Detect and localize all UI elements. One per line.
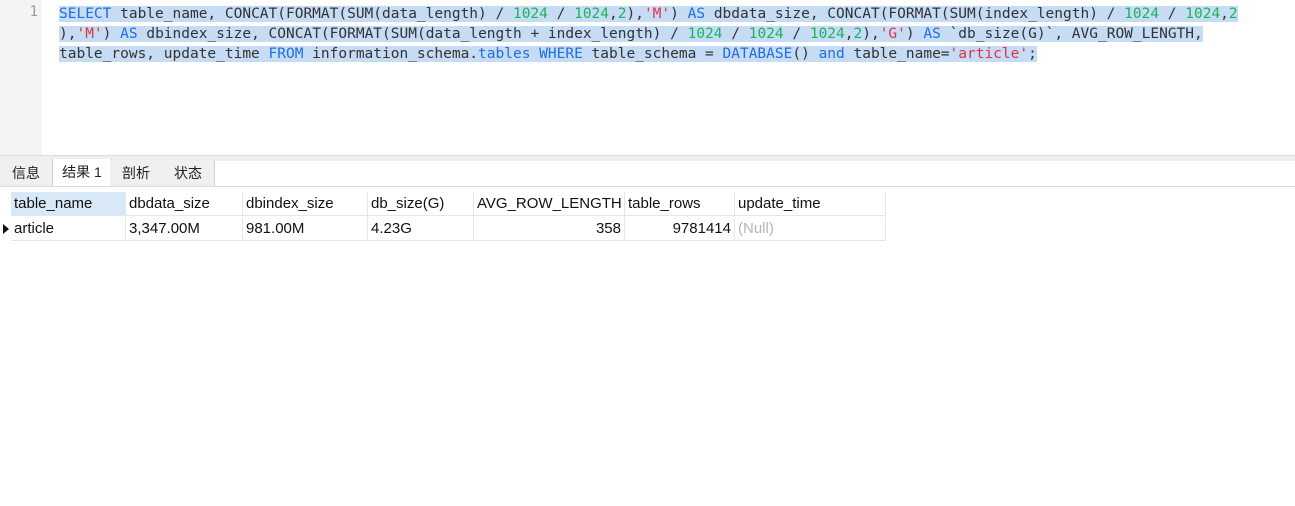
sql-token: ), <box>626 6 644 22</box>
column-header[interactable]: AVG_ROW_LENGTH <box>474 192 625 216</box>
sql-number: 1024 <box>1124 6 1160 22</box>
tab-2[interactable]: 结果 1 <box>52 159 112 186</box>
sql-keyword: AS <box>687 6 706 22</box>
column-header[interactable]: table_name <box>11 192 126 216</box>
sql-token: / <box>783 26 810 42</box>
sql-token: dbdata_size, CONCAT(FORMAT(SUM(index_len… <box>705 6 1125 22</box>
sql-number: 2 <box>1228 6 1238 22</box>
table-cell[interactable]: 3,347.00M <box>126 217 243 241</box>
current-row-marker-icon <box>3 224 9 234</box>
table-cell[interactable]: 9781414 <box>625 217 735 241</box>
sql-token: ), <box>862 26 880 42</box>
result-tabs: 信息 结果 1 剖析 状态 <box>0 159 1295 187</box>
table-row[interactable]: article 3,347.00M 981.00M 4.23G 358 9781414 (N… <box>0 217 886 241</box>
line-number-gutter: 1 <box>0 0 42 155</box>
sql-token: ; <box>1028 46 1037 62</box>
code-line: ),'M') AS dbindex_size, CONCAT(FORMAT(SU… <box>59 24 1289 44</box>
sql-editor[interactable]: 1 SELECT table_name, CONCAT(FORMAT(SUM(d… <box>0 0 1295 155</box>
sql-number: 1024 <box>748 26 784 42</box>
sql-string: 'G' <box>879 26 906 42</box>
sql-token: () <box>792 46 819 62</box>
sql-string: 'M' <box>643 6 671 22</box>
sql-token: / <box>547 6 575 22</box>
sql-token: / <box>722 26 749 42</box>
column-header[interactable]: dbdata_size <box>126 192 243 216</box>
sql-number: 1024 <box>809 26 845 42</box>
sql-keyword: FROM <box>268 46 304 62</box>
sql-token: , <box>609 6 618 22</box>
sql-token: `db_size(G)`, AVG_ROW_LENGTH, <box>940 26 1203 42</box>
table-cell[interactable]: 4.23G <box>368 217 474 241</box>
tab-3[interactable]: 剖析 <box>110 160 163 186</box>
table-cell[interactable]: 358 <box>474 217 625 241</box>
sql-string: 'article' <box>949 46 1029 62</box>
grid-header-row: table_name dbdata_size dbindex_size db_size… <box>0 192 886 216</box>
sql-token: table_rows, update_time <box>59 46 269 62</box>
line-number: 1 <box>29 4 38 20</box>
tab-4[interactable]: 状态 <box>162 160 215 186</box>
sql-token: ) <box>905 26 924 42</box>
sql-keyword: AS <box>923 26 941 42</box>
sql-number: 1024 <box>687 26 723 42</box>
sql-token: information_schema. <box>303 46 479 62</box>
table-cell[interactable]: 981.00M <box>243 217 368 241</box>
column-header[interactable]: db_size(G) <box>368 192 474 216</box>
sql-keyword: AS <box>120 26 138 42</box>
sql-keyword: SELECT <box>59 6 112 22</box>
sql-token: / <box>1159 6 1186 22</box>
sql-token: , <box>1220 6 1229 22</box>
sql-token: dbindex_size, CONCAT(FORMAT(SUM(data_len… <box>137 26 688 42</box>
selected-text: SELECT table_name, CONCAT(FORMAT(SUM(dat… <box>59 6 1238 22</box>
sql-token: ), <box>59 26 77 42</box>
sql-string: 'M' <box>76 26 103 42</box>
selected-text: table_rows, update_time FROM information… <box>59 46 1037 62</box>
sql-keyword: WHERE <box>539 46 583 62</box>
sql-number: 2 <box>853 26 863 42</box>
column-header[interactable]: table_rows <box>625 192 735 216</box>
sql-number: 1024 <box>512 6 548 22</box>
sql-keyword: DATABASE <box>722 46 793 62</box>
table-cell[interactable]: article <box>11 217 126 241</box>
sql-token: table_name, CONCAT(FORMAT(SUM(data_lengt… <box>111 6 513 22</box>
column-header[interactable]: update_time <box>735 192 886 216</box>
sql-token: ) <box>102 26 121 42</box>
sql-token: table_schema = <box>582 46 723 62</box>
sql-keyword: and <box>818 46 845 62</box>
code-line: SELECT table_name, CONCAT(FORMAT(SUM(dat… <box>59 4 1289 24</box>
sql-number: 1024 <box>574 6 610 22</box>
code-line: table_rows, update_time FROM information… <box>59 44 1289 64</box>
selected-text: ),'M') AS dbindex_size, CONCAT(FORMAT(SU… <box>59 26 1203 42</box>
column-header[interactable]: dbindex_size <box>243 192 368 216</box>
table-cell[interactable]: (Null) <box>735 217 886 241</box>
sql-token: table_name= <box>844 46 950 62</box>
sql-number: 1024 <box>1185 6 1221 22</box>
sql-code[interactable]: SELECT table_name, CONCAT(FORMAT(SUM(dat… <box>59 4 1289 64</box>
sql-keyword: tables <box>478 46 531 62</box>
sql-token: ) <box>670 6 688 22</box>
sql-token: , <box>844 26 854 42</box>
tab-1[interactable]: 信息 <box>0 160 53 186</box>
